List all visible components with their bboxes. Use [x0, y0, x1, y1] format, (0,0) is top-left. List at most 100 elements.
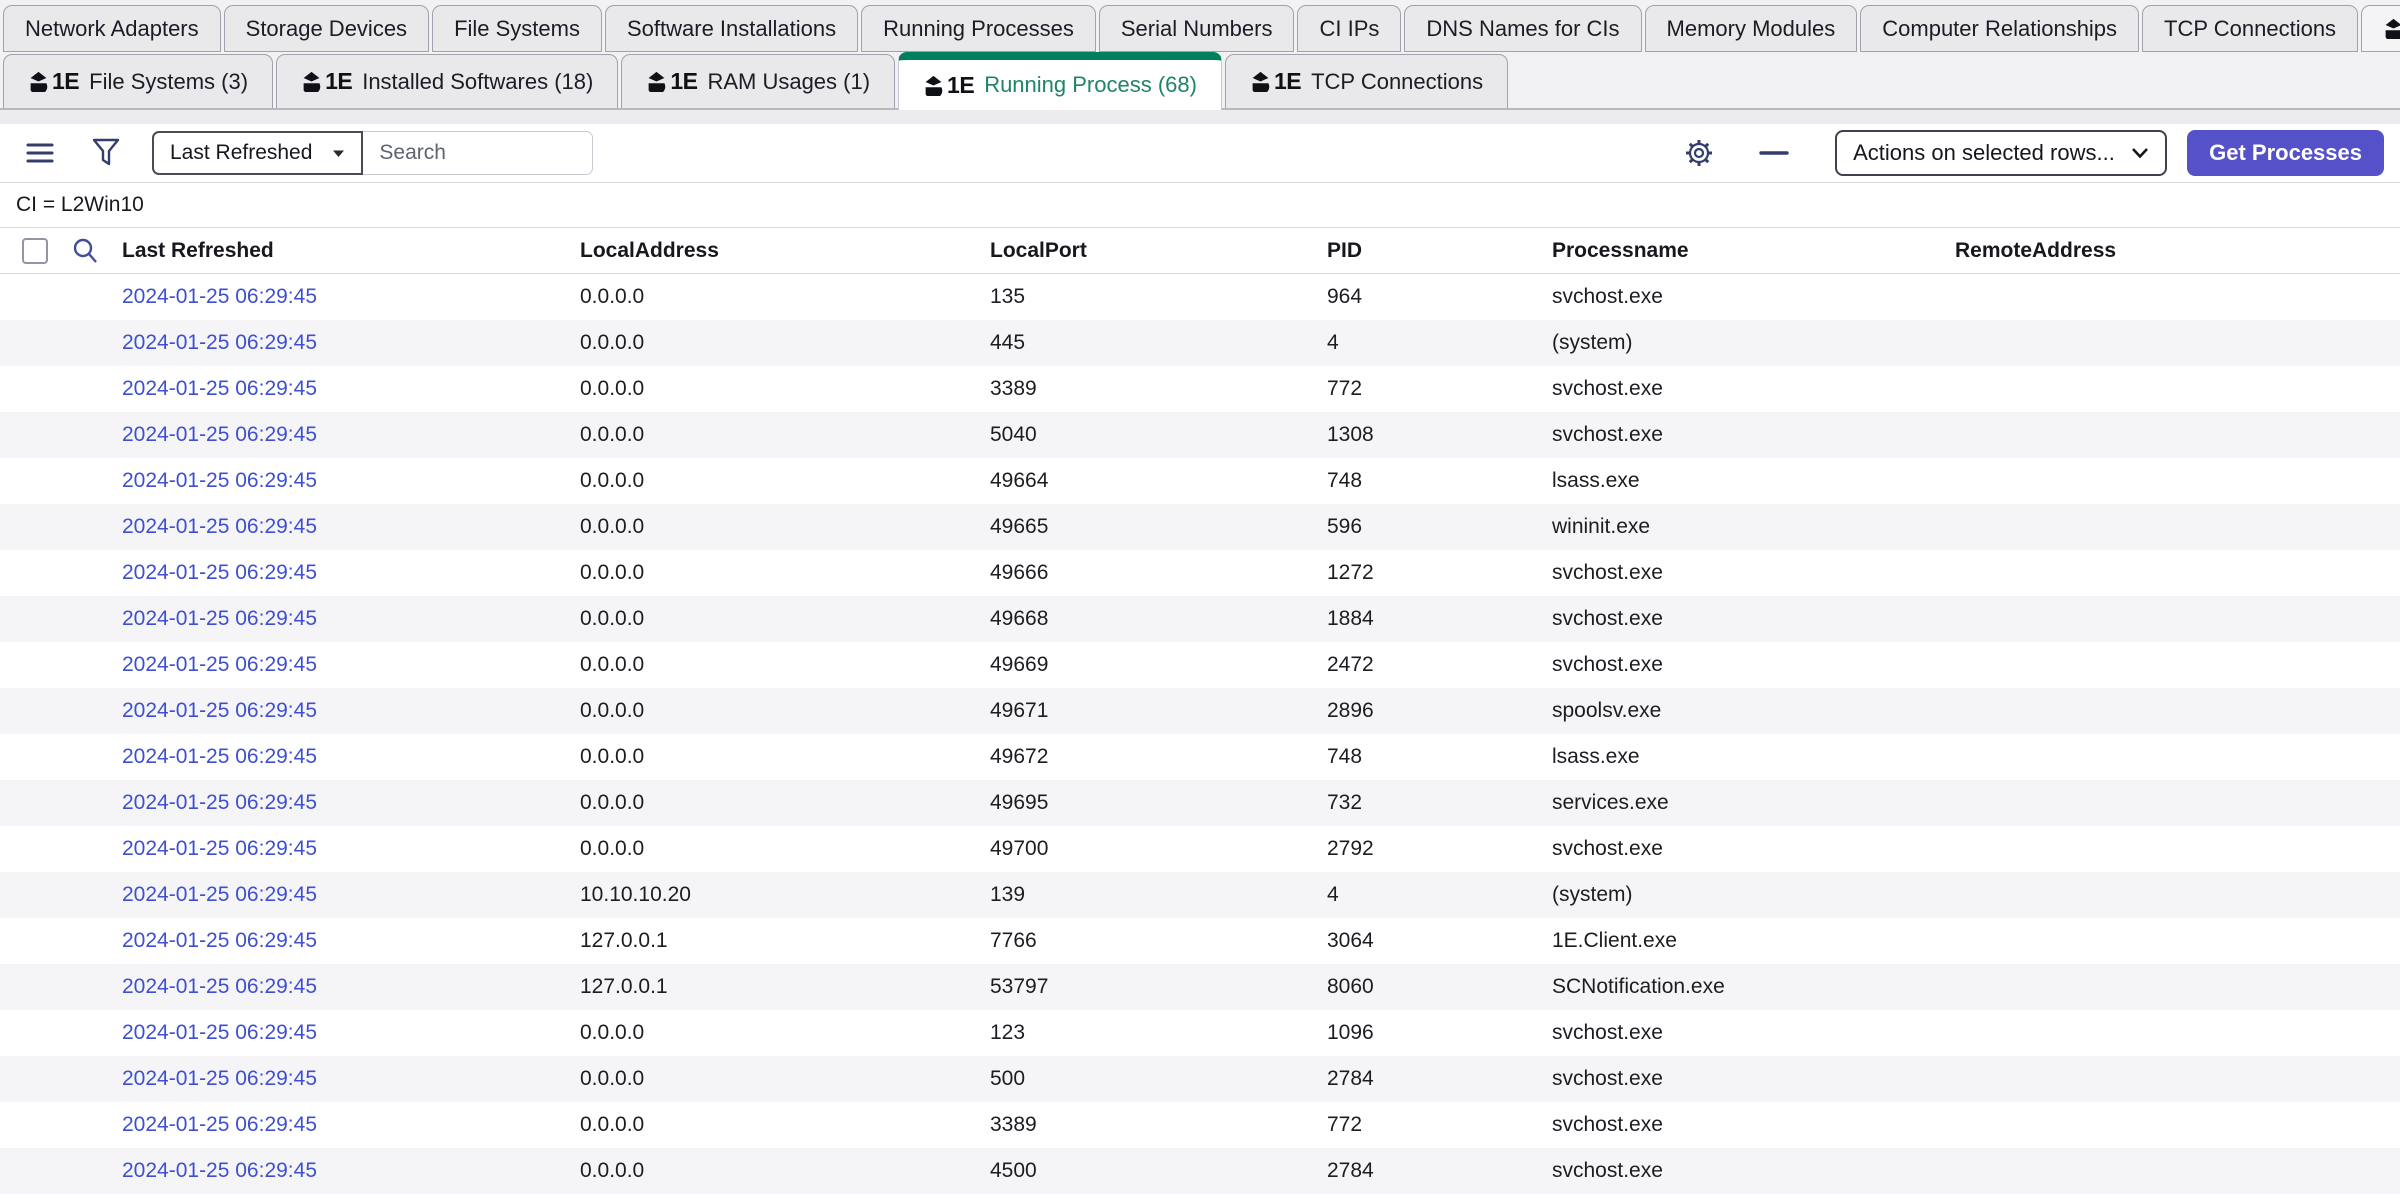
primary-tab-ci-ips-2[interactable]: 1ECI IPs (2)	[2361, 5, 2400, 52]
local-port-cell: 3389	[990, 377, 1327, 401]
last-refreshed-link[interactable]: 2024-01-25 06:29:45	[122, 745, 317, 768]
last-refreshed-link[interactable]: 2024-01-25 06:29:45	[122, 929, 317, 952]
processname-cell: svchost.exe	[1552, 1021, 1955, 1045]
last-refreshed-link[interactable]: 2024-01-25 06:29:45	[122, 975, 317, 998]
table-row: 2024-01-25 06:29:450.0.0.0496681884svcho…	[0, 596, 2400, 642]
pid-cell: 748	[1327, 469, 1552, 493]
pid-cell: 772	[1327, 377, 1552, 401]
column-header-local-address[interactable]: LocalAddress	[580, 239, 990, 263]
local-port-cell: 445	[990, 331, 1327, 355]
select-all-checkbox[interactable]	[22, 238, 48, 264]
search-field-dropdown[interactable]: Last Refreshed	[152, 131, 363, 175]
pid-cell: 964	[1327, 285, 1552, 309]
local-address-cell: 0.0.0.0	[580, 837, 990, 861]
local-port-cell: 3389	[990, 1113, 1327, 1137]
local-port-cell: 49666	[990, 561, 1327, 585]
last-refreshed-link[interactable]: 2024-01-25 06:29:45	[122, 377, 317, 400]
column-header-last-refreshed[interactable]: Last Refreshed	[122, 239, 580, 263]
processname-cell: SCNotification.exe	[1552, 975, 1955, 999]
tab-label: File Systems (3)	[89, 69, 248, 95]
processname-cell: svchost.exe	[1552, 561, 1955, 585]
local-address-cell: 0.0.0.0	[580, 699, 990, 723]
get-processes-button[interactable]: Get Processes	[2187, 130, 2384, 176]
local-port-cell: 4500	[990, 1159, 1327, 1183]
pid-cell: 1308	[1327, 423, 1552, 447]
processname-cell: (system)	[1552, 331, 1955, 355]
last-refreshed-link[interactable]: 2024-01-25 06:29:45	[122, 515, 317, 538]
last-refreshed-link[interactable]: 2024-01-25 06:29:45	[122, 561, 317, 584]
primary-tab-software-installations[interactable]: Software Installations	[605, 5, 858, 52]
tab-label: File Systems	[454, 16, 580, 42]
last-refreshed-link[interactable]: 2024-01-25 06:29:45	[122, 883, 317, 906]
primary-tab-running-processes[interactable]: Running Processes	[861, 5, 1096, 52]
processname-cell: svchost.exe	[1552, 607, 1955, 631]
last-refreshed-link[interactable]: 2024-01-25 06:29:45	[122, 837, 317, 860]
search-input[interactable]	[363, 131, 593, 175]
table-row: 2024-01-25 06:29:450.0.0.0497002792svcho…	[0, 826, 2400, 872]
column-header-remote-address[interactable]: RemoteAddress	[1955, 239, 2400, 263]
last-refreshed-link[interactable]: 2024-01-25 06:29:45	[122, 653, 317, 676]
table-row: 2024-01-25 06:29:450.0.0.03389772svchost…	[0, 366, 2400, 412]
processname-cell: svchost.exe	[1552, 377, 1955, 401]
last-refreshed-link[interactable]: 2024-01-25 06:29:45	[122, 699, 317, 722]
secondary-tab-running-process-68[interactable]: 1E Running Process (68)	[898, 52, 1222, 110]
last-refreshed-link[interactable]: 2024-01-25 06:29:45	[122, 1113, 317, 1136]
secondary-tab-tcp-connections[interactable]: 1ETCP Connections	[1225, 54, 1508, 108]
gear-icon[interactable]	[1683, 137, 1715, 169]
one-e-logo-text: 1E	[947, 72, 974, 99]
pid-cell: 3064	[1327, 929, 1552, 953]
last-refreshed-link[interactable]: 2024-01-25 06:29:45	[122, 423, 317, 446]
actions-select[interactable]: Actions on selected rows...	[1835, 130, 2167, 176]
one-e-logo-text: 1E	[1274, 68, 1301, 95]
table-row: 2024-01-25 06:29:45127.0.0.1537978060SCN…	[0, 964, 2400, 1010]
primary-tab-file-systems[interactable]: File Systems	[432, 5, 602, 52]
ci-context-bar: CI = L2Win10	[0, 182, 2400, 228]
processname-cell: lsass.exe	[1552, 469, 1955, 493]
minimize-icon[interactable]	[1759, 150, 1789, 156]
last-refreshed-link[interactable]: 2024-01-25 06:29:45	[122, 331, 317, 354]
search-icon[interactable]	[70, 236, 100, 266]
last-refreshed-link[interactable]: 2024-01-25 06:29:45	[122, 1067, 317, 1090]
last-refreshed-link[interactable]: 2024-01-25 06:29:45	[122, 469, 317, 492]
strip-divider	[0, 110, 2400, 124]
secondary-tab-ram-usages-1[interactable]: 1ERAM Usages (1)	[621, 54, 895, 108]
primary-tab-computer-relationships[interactable]: Computer Relationships	[1860, 5, 2139, 52]
pid-cell: 2472	[1327, 653, 1552, 677]
primary-tab-storage-devices[interactable]: Storage Devices	[224, 5, 429, 52]
last-refreshed-link[interactable]: 2024-01-25 06:29:45	[122, 1159, 317, 1182]
primary-tab-tcp-connections[interactable]: TCP Connections	[2142, 5, 2358, 52]
primary-tab-network-adapters[interactable]: Network Adapters	[3, 5, 221, 52]
last-refreshed-link[interactable]: 2024-01-25 06:29:45	[122, 1021, 317, 1044]
column-header-local-port[interactable]: LocalPort	[990, 239, 1327, 263]
pid-cell: 772	[1327, 1113, 1552, 1137]
last-refreshed-link[interactable]: 2024-01-25 06:29:45	[122, 791, 317, 814]
primary-tab-serial-numbers[interactable]: Serial Numbers	[1099, 5, 1295, 52]
secondary-tab-file-systems-3[interactable]: 1E File Systems (3)	[3, 54, 273, 108]
processname-cell: svchost.exe	[1552, 653, 1955, 677]
tab-label: Running Process (68)	[984, 72, 1197, 98]
one-e-logo-icon: 1E	[28, 68, 79, 95]
local-port-cell: 49664	[990, 469, 1327, 493]
pid-cell: 2896	[1327, 699, 1552, 723]
column-header-pid[interactable]: PID	[1327, 239, 1552, 263]
primary-tab-ci-ips[interactable]: CI IPs	[1297, 5, 1401, 52]
pid-cell: 748	[1327, 745, 1552, 769]
local-port-cell: 135	[990, 285, 1327, 309]
processname-cell: lsass.exe	[1552, 745, 1955, 769]
primary-tab-memory-modules[interactable]: Memory Modules	[1645, 5, 1858, 52]
local-address-cell: 0.0.0.0	[580, 469, 990, 493]
column-header-processname[interactable]: Processname	[1552, 239, 1955, 263]
table-header-row: Last Refreshed LocalAddress LocalPort PI…	[0, 228, 2400, 274]
last-refreshed-link[interactable]: 2024-01-25 06:29:45	[122, 285, 317, 308]
pid-cell: 8060	[1327, 975, 1552, 999]
primary-tab-dns-names-for-cis[interactable]: DNS Names for CIs	[1404, 5, 1641, 52]
menu-icon[interactable]	[26, 141, 54, 165]
local-port-cell: 49669	[990, 653, 1327, 677]
table-row: 2024-01-25 06:29:450.0.0.050401308svchos…	[0, 412, 2400, 458]
filter-icon[interactable]	[92, 138, 120, 168]
processname-cell: svchost.exe	[1552, 285, 1955, 309]
secondary-tab-installed-softwares-18[interactable]: 1EInstalled Softwares (18)	[276, 54, 618, 108]
local-address-cell: 0.0.0.0	[580, 1113, 990, 1137]
one-e-logo-icon: 1E	[1250, 68, 1301, 95]
last-refreshed-link[interactable]: 2024-01-25 06:29:45	[122, 607, 317, 630]
